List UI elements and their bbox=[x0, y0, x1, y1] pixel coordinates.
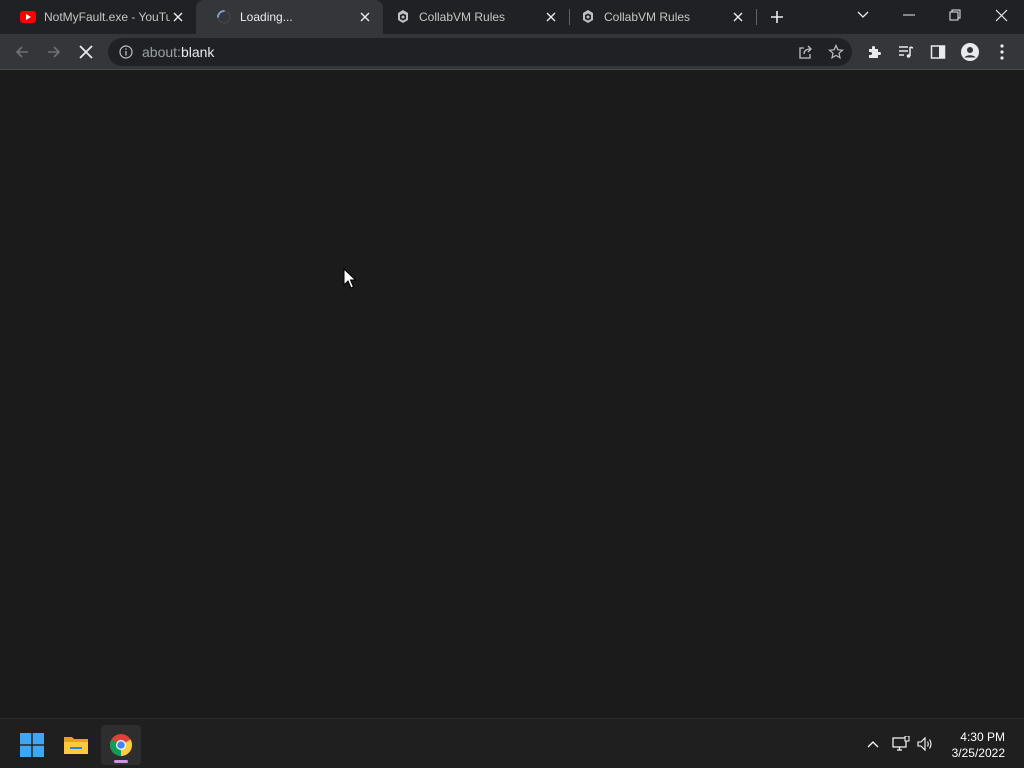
forward-button[interactable] bbox=[40, 38, 68, 66]
clock-time: 4:30 PM bbox=[960, 730, 1005, 744]
collabvm-icon bbox=[395, 9, 411, 25]
chrome-taskbar-button[interactable] bbox=[101, 725, 141, 765]
close-tab-icon[interactable] bbox=[170, 9, 186, 25]
browser-toolbar: about:blank bbox=[0, 34, 1024, 70]
url-host: blank bbox=[180, 44, 215, 60]
close-icon bbox=[995, 9, 1007, 21]
stop-loading-button[interactable] bbox=[72, 38, 100, 66]
extensions-button[interactable] bbox=[860, 38, 888, 66]
minimize-button[interactable] bbox=[886, 0, 932, 30]
puzzle-icon bbox=[869, 46, 881, 58]
tab-title: NotMyFault.exe - YouTube bbox=[44, 10, 170, 24]
close-tab-icon[interactable] bbox=[730, 9, 746, 25]
back-button[interactable] bbox=[8, 38, 36, 66]
file-explorer-button[interactable] bbox=[56, 725, 96, 765]
share-icon[interactable] bbox=[798, 44, 814, 63]
minimize-icon bbox=[903, 14, 915, 16]
playlist-music-icon bbox=[899, 46, 914, 58]
chrome-icon bbox=[110, 734, 132, 756]
close-tab-icon[interactable] bbox=[357, 9, 373, 25]
restore-icon bbox=[949, 9, 961, 21]
tab-title: CollabVM Rules bbox=[604, 10, 691, 24]
tab-loading[interactable]: Loading... bbox=[196, 0, 383, 34]
tab-title: Loading... bbox=[240, 10, 293, 24]
network-status[interactable] bbox=[891, 734, 911, 754]
profile-icon bbox=[961, 43, 979, 61]
arrow-right-icon bbox=[48, 46, 61, 58]
speaker-icon bbox=[917, 736, 932, 752]
url-scheme: about: bbox=[142, 44, 181, 60]
stop-icon bbox=[79, 45, 93, 59]
arrow-left-icon bbox=[15, 46, 28, 58]
active-app-indicator bbox=[114, 760, 128, 763]
tab-collabvm-rules-1[interactable]: CollabVM Rules bbox=[383, 0, 569, 34]
bookmark-star-icon[interactable] bbox=[828, 44, 844, 63]
more-vertical-icon bbox=[1000, 44, 1004, 60]
address-bar[interactable]: about:blank bbox=[108, 38, 852, 66]
page-content[interactable] bbox=[0, 71, 1024, 718]
file-explorer-icon bbox=[64, 737, 88, 754]
loading-spinner-icon bbox=[216, 9, 232, 25]
close-tab-icon[interactable] bbox=[543, 9, 559, 25]
media-control-button[interactable] bbox=[892, 38, 920, 66]
windows-start-icon bbox=[20, 733, 44, 757]
system-clock[interactable]: 4:30 PM 3/25/2022 bbox=[952, 729, 1005, 761]
plus-icon bbox=[771, 11, 783, 23]
chevron-up-icon bbox=[867, 741, 879, 748]
new-tab-button[interactable] bbox=[766, 6, 788, 28]
tab-strip: NotMyFault.exe - YouTube Loading... Coll… bbox=[0, 0, 1024, 34]
chevron-down-icon bbox=[857, 11, 869, 18]
profile-button[interactable] bbox=[956, 38, 984, 66]
network-icon bbox=[892, 736, 910, 751]
tab-search-button[interactable] bbox=[840, 0, 886, 30]
restore-button[interactable] bbox=[932, 0, 978, 30]
taskbar: 4:30 PM 3/25/2022 bbox=[0, 718, 1024, 768]
close-window-button[interactable] bbox=[978, 0, 1024, 30]
url-text: about:blank bbox=[142, 44, 214, 60]
tab-title: CollabVM Rules bbox=[419, 10, 506, 24]
info-icon[interactable] bbox=[118, 44, 134, 60]
show-hidden-icons-button[interactable] bbox=[863, 734, 883, 754]
volume-control[interactable] bbox=[916, 734, 936, 754]
tab-collabvm-rules-2[interactable]: CollabVM Rules bbox=[570, 0, 756, 34]
side-panel-button[interactable] bbox=[924, 38, 952, 66]
youtube-icon bbox=[20, 9, 36, 25]
start-button[interactable] bbox=[12, 725, 52, 765]
tab-separator bbox=[756, 9, 757, 25]
collabvm-icon bbox=[580, 9, 596, 25]
tab-youtube[interactable]: NotMyFault.exe - YouTube bbox=[0, 0, 196, 34]
menu-button[interactable] bbox=[988, 38, 1016, 66]
mouse-cursor-icon bbox=[343, 267, 357, 290]
side-panel-icon bbox=[930, 45, 946, 59]
clock-date: 3/25/2022 bbox=[951, 746, 1005, 760]
